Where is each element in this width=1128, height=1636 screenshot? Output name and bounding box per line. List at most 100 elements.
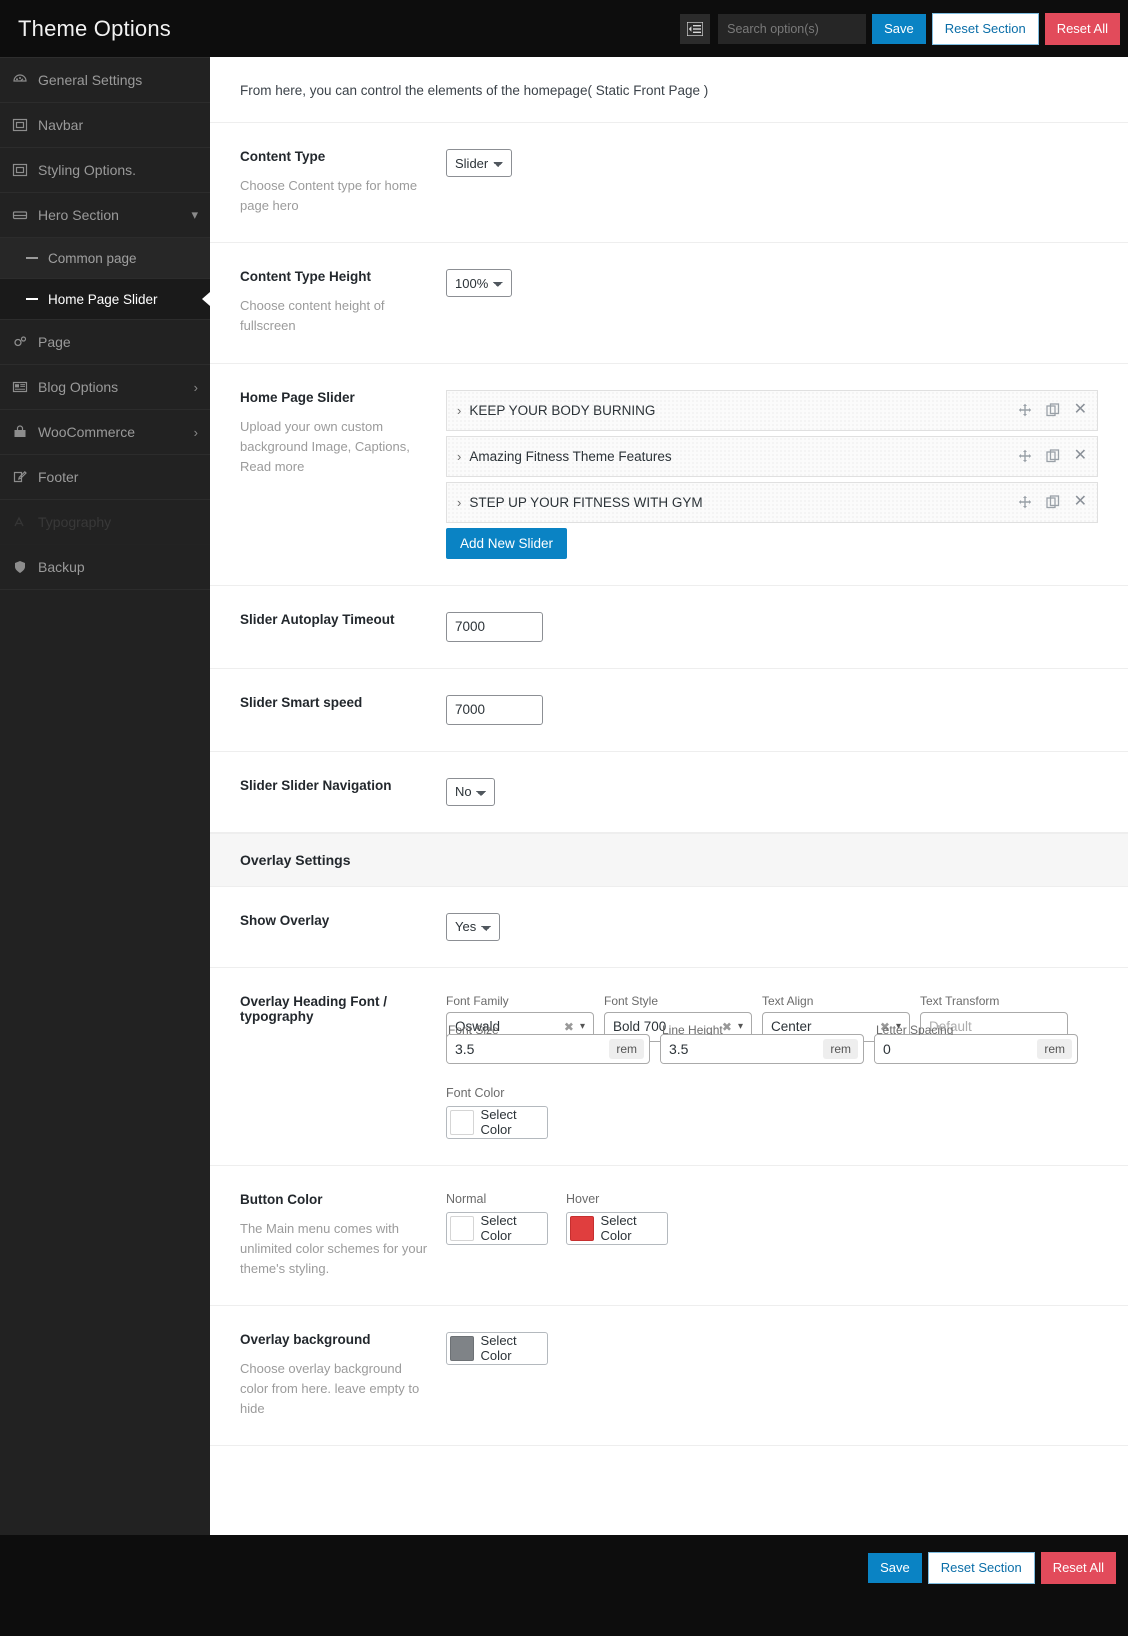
font-size-label: Font Size xyxy=(448,1022,499,1035)
close-icon[interactable]: ✕ xyxy=(1074,402,1087,418)
line-height-field[interactable]: rem xyxy=(660,1033,864,1064)
slider-smart-speed-input[interactable] xyxy=(446,694,543,725)
collapse-menu-icon[interactable] xyxy=(680,13,711,44)
dashboard-icon xyxy=(12,72,34,88)
field-overlay-typography: Overlay Heading Font / typography Font F… xyxy=(210,968,1128,1166)
letter-spacing-input[interactable] xyxy=(875,1034,1038,1063)
letter-spacing-field[interactable]: rem xyxy=(874,1033,1078,1064)
search-input[interactable] xyxy=(718,13,867,44)
field-left: Slider Autoplay Timeout xyxy=(240,612,446,642)
sidebar-item-common-page[interactable]: Common page xyxy=(0,238,210,279)
hover-label: Hover xyxy=(566,1191,600,1206)
font-size-cell: Font Size rem xyxy=(446,1023,650,1064)
font-size-field[interactable]: rem xyxy=(446,1033,650,1064)
clear-icon[interactable]: ✖ xyxy=(722,1020,738,1034)
color-swatch[interactable] xyxy=(570,1215,594,1241)
button-color-hover: Hover Select Color xyxy=(566,1192,668,1245)
footer-save-button[interactable]: Save xyxy=(868,1553,922,1583)
close-icon[interactable]: ✕ xyxy=(1074,448,1087,464)
field-left: Button Color The Main menu comes with un… xyxy=(240,1192,446,1279)
slider-item-actions: ✕ xyxy=(1018,402,1087,418)
slider-item-title: Amazing Fitness Theme Features xyxy=(469,448,672,464)
sidebar-item-label: Backup xyxy=(38,559,85,575)
hover-color-picker[interactable]: Select Color xyxy=(566,1211,668,1245)
move-icon[interactable] xyxy=(1018,449,1032,463)
footer-reset-section-button[interactable]: Reset Section xyxy=(927,1552,1035,1584)
footer-reset-all-button[interactable]: Reset All xyxy=(1040,1552,1116,1584)
slider-item-title: KEEP YOUR BODY BURNING xyxy=(469,402,656,418)
layout-icon xyxy=(12,117,34,133)
slider-repeater-item[interactable]: › STEP UP YOUR FITNESS WITH GYM ✕ xyxy=(446,481,1098,523)
slider-item-actions: ✕ xyxy=(1018,494,1087,510)
show-overlay-select[interactable]: Yes xyxy=(446,912,500,941)
move-icon[interactable] xyxy=(1018,495,1032,509)
slider-navigation-select[interactable]: No xyxy=(446,777,495,806)
theme-options-app: Theme Options Save Reset Section Reset A… xyxy=(0,0,1128,1636)
sidebar-subitem-label: Common page xyxy=(48,250,137,266)
copy-icon[interactable] xyxy=(1045,403,1060,417)
chevron-right-icon[interactable]: › xyxy=(457,495,461,510)
font-size-input[interactable] xyxy=(447,1034,610,1063)
field-label: Slider Slider Navigation xyxy=(240,777,392,793)
add-new-slider-button[interactable]: Add New Slider xyxy=(446,527,568,559)
page-title: Theme Options xyxy=(18,15,172,41)
copy-icon[interactable] xyxy=(1045,449,1060,463)
sidebar-item-label: Blog Options xyxy=(38,379,119,395)
content-type-select[interactable]: Slider xyxy=(446,149,512,177)
overlay-background-color-picker[interactable]: Select Color xyxy=(446,1331,548,1365)
sidebar-item-label: Page xyxy=(38,334,71,350)
sidebar-item-label: Navbar xyxy=(38,117,84,133)
field-right: › KEEP YOUR BODY BURNING ✕ › Amazing Fit… xyxy=(446,389,1098,559)
color-swatch[interactable] xyxy=(450,1215,474,1241)
field-right: Select Color xyxy=(446,1331,1098,1419)
edit-icon xyxy=(12,469,34,485)
button-color-group: Normal Select Color Hover Select Color xyxy=(446,1192,1098,1245)
field-label: Button Color xyxy=(240,1191,323,1207)
color-swatch[interactable] xyxy=(450,1335,474,1361)
field-left: Overlay background Choose overlay backgr… xyxy=(240,1332,446,1419)
clear-icon[interactable]: ✖ xyxy=(564,1020,580,1034)
slider-item-actions: ✕ xyxy=(1018,448,1087,464)
field-right xyxy=(446,694,1098,725)
dash-icon xyxy=(26,298,38,300)
line-height-cell: Line Height rem xyxy=(660,1023,864,1064)
sidebar-item-footer[interactable]: Footer xyxy=(0,455,210,500)
close-icon[interactable]: ✕ xyxy=(1074,494,1087,510)
copy-icon[interactable] xyxy=(1045,495,1060,509)
color-swatch[interactable] xyxy=(450,1109,474,1135)
sidebar-item-hero-section[interactable]: Hero Section ▾ xyxy=(0,193,210,238)
field-description: Choose content height of fullscreen xyxy=(240,298,385,334)
save-button[interactable]: Save xyxy=(872,13,926,44)
normal-color-picker[interactable]: Select Color xyxy=(446,1211,548,1245)
sidebar-item-general-settings[interactable]: General Settings xyxy=(0,58,210,103)
slider-repeater-item[interactable]: › KEEP YOUR BODY BURNING ✕ xyxy=(446,389,1098,431)
sidebar-item-styling-options[interactable]: Styling Options. xyxy=(0,148,210,193)
chevron-down-icon: ▾ xyxy=(579,1021,585,1033)
chevron-right-icon[interactable]: › xyxy=(457,403,461,418)
field-label: Home Page Slider xyxy=(240,389,355,405)
field-right: Yes xyxy=(446,912,1098,941)
line-height-input[interactable] xyxy=(661,1034,824,1063)
field-left: Show Overlay xyxy=(240,913,446,941)
gears-icon xyxy=(12,334,34,350)
chevron-right-icon: › xyxy=(193,379,198,395)
move-icon[interactable] xyxy=(1018,403,1032,417)
slider-repeater-item[interactable]: › Amazing Fitness Theme Features ✕ xyxy=(446,435,1098,477)
sidebar-item-woocommerce[interactable]: WooCommerce › xyxy=(0,410,210,455)
chevron-right-icon[interactable]: › xyxy=(457,449,461,464)
content-type-height-select[interactable]: 100% xyxy=(446,269,512,298)
sidebar-item-blog-options[interactable]: Blog Options › xyxy=(0,365,210,410)
sidebar-item-typography[interactable]: Typography xyxy=(0,500,210,545)
app-header: Theme Options Save Reset Section Reset A… xyxy=(0,0,1128,57)
reset-all-button[interactable]: Reset All xyxy=(1044,12,1120,45)
sidebar-item-navbar[interactable]: Navbar xyxy=(0,103,210,148)
letter-spacing-unit: rem xyxy=(1037,1038,1072,1059)
sidebar-item-backup[interactable]: Backup xyxy=(0,545,210,590)
field-left: Content Type Height Choose content heigh… xyxy=(240,269,446,336)
sidebar-item-page[interactable]: Page xyxy=(0,320,210,365)
field-right: No xyxy=(446,777,1098,806)
slider-autoplay-timeout-input[interactable] xyxy=(446,611,543,642)
reset-section-button[interactable]: Reset Section xyxy=(931,12,1039,45)
font-color-picker[interactable]: Select Color xyxy=(446,1105,548,1139)
sidebar-item-home-page-slider[interactable]: Home Page Slider xyxy=(0,279,210,320)
